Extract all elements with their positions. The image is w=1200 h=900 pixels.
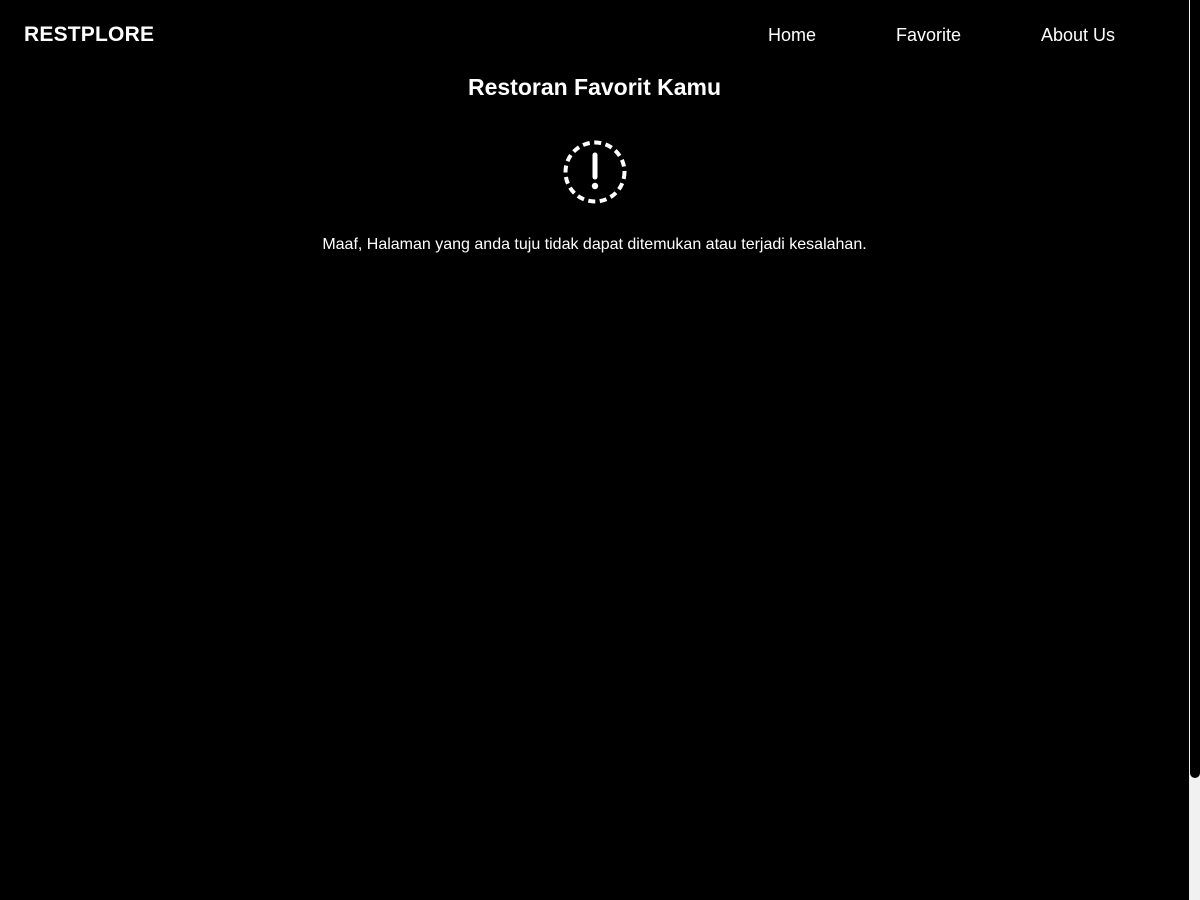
- nav-link-favorite[interactable]: Favorite: [896, 24, 961, 46]
- alert-circle-icon: [563, 140, 627, 204]
- navbar: RESTPLORE Home Favorite About Us: [0, 0, 1189, 70]
- page-title: Restoran Favorit Kamu: [467, 74, 722, 100]
- app-content: RESTPLORE Home Favorite About Us Restora…: [0, 0, 1189, 900]
- nav-menu: Home Favorite About Us: [0, 24, 1189, 46]
- nav-link-about-us[interactable]: About Us: [1041, 24, 1115, 46]
- nav-link-home[interactable]: Home: [768, 24, 816, 46]
- scrollbar-thumb[interactable]: [1190, 0, 1200, 778]
- vertical-scrollbar[interactable]: [1189, 0, 1200, 900]
- page: RESTPLORE Home Favorite About Us Restora…: [0, 0, 1200, 900]
- error-message: Maaf, Halaman yang anda tuju tidak dapat…: [322, 236, 867, 253]
